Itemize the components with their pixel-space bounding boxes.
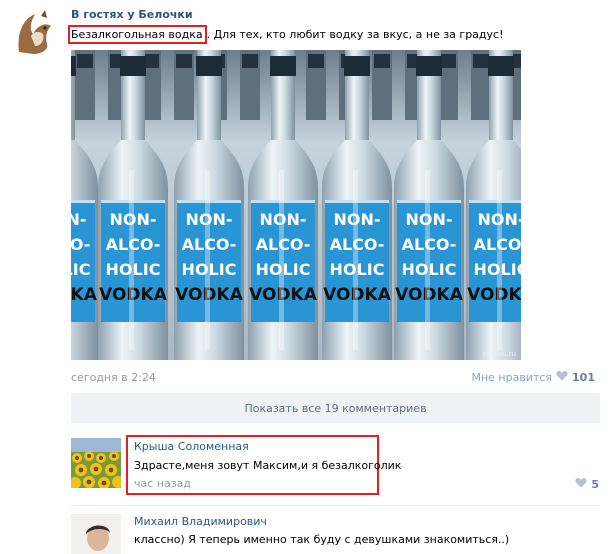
post-text-rest: . Для тех, кто любит водку за вкус, а не… <box>206 28 504 41</box>
bottle-cap-back <box>176 54 192 68</box>
comment-text: классно) Я теперь именно так буду с деву… <box>134 533 510 546</box>
heart-icon <box>575 477 587 491</box>
comment-author-link[interactable]: Михаил Владимирович <box>134 515 267 528</box>
heart-icon <box>556 370 568 384</box>
comment-time-link[interactable]: час назад <box>134 477 191 490</box>
bottle-cap-back <box>77 54 93 68</box>
comment-divider <box>71 505 600 506</box>
comment-avatar[interactable] <box>71 514 121 554</box>
bottle-cap-back <box>242 54 258 68</box>
bottle-cap-back <box>440 54 456 68</box>
post-photo[interactable]: NON-ALCO-HOLICVODKANON-ALCO-HOLICVODKANO… <box>71 50 521 360</box>
post-author-link[interactable]: В гостях у Белочки <box>71 8 193 21</box>
comment-author-link[interactable]: Крыша Соломенная <box>134 440 249 453</box>
photo-watermark: pikabu.ru <box>483 350 516 358</box>
post-like-button[interactable]: Мне нравится 101 <box>471 370 595 384</box>
post-date-link[interactable]: сегодня в 2:24 <box>71 371 156 384</box>
like-label: Мне нравится <box>471 370 553 384</box>
like-count: 101 <box>572 370 595 384</box>
post-text: Безалкогольная водка. Для тех, кто любит… <box>68 25 504 44</box>
show-all-comments-button[interactable]: Показать все 19 комментариев <box>71 393 600 423</box>
comment-text: Здрасте,меня зовут Максим,и я безалкогол… <box>134 459 402 472</box>
comment-avatar[interactable] <box>71 438 121 488</box>
bottle-label-text: ALCO- <box>71 235 90 254</box>
bottle-cap-back <box>473 54 489 68</box>
bottle-cap-back <box>308 54 324 68</box>
comment-like-count: 5 <box>591 477 599 491</box>
bottle-label-text: VODKA <box>467 285 521 305</box>
author-avatar[interactable] <box>11 6 61 56</box>
bottle-label-text: VODKA <box>71 285 98 305</box>
bottle-label-text: HOLIC <box>71 260 90 279</box>
comment-like-button[interactable]: 5 <box>575 477 599 491</box>
bottle-label-text: NON- <box>71 210 87 229</box>
highlighted-phrase: Безалкогольная водка <box>68 25 207 44</box>
bottle-cap-back <box>374 54 390 68</box>
